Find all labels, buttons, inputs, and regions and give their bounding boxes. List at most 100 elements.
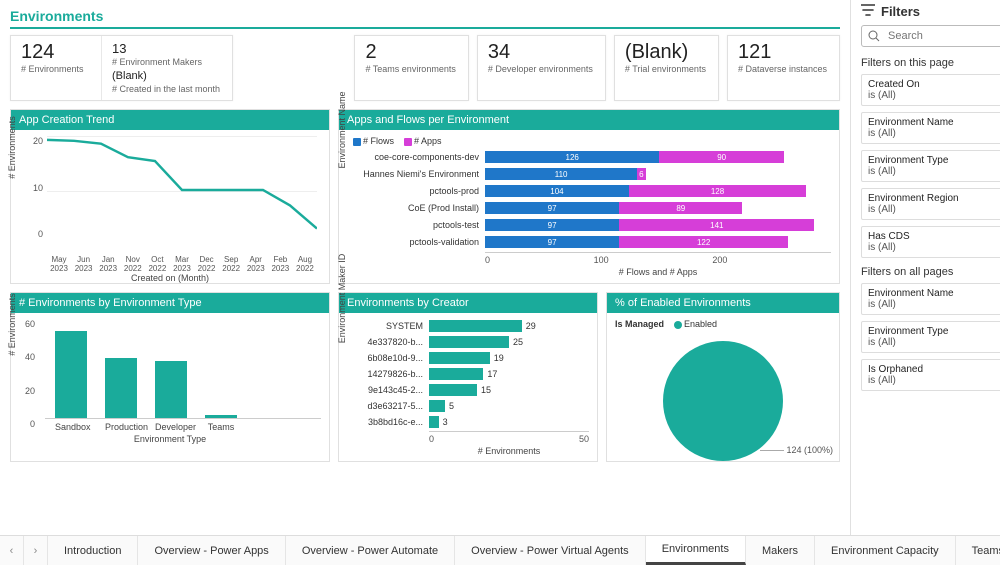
- bar-row: CoE (Prod Install)9789: [353, 201, 831, 215]
- filter-value: is (All): [868, 337, 1000, 348]
- bar-segment[interactable]: 141: [619, 219, 814, 231]
- page-tab[interactable]: Makers: [746, 536, 815, 565]
- kpi-value: 124: [21, 42, 89, 62]
- bar-row: Hannes Niemi's Environment1106: [353, 167, 831, 181]
- filter-card[interactable]: Created Onis (All)˅: [861, 74, 1000, 106]
- bar-segment[interactable]: 6: [637, 168, 645, 180]
- bar-category-label: Sandbox: [55, 422, 87, 432]
- page-tab[interactable]: Introduction: [48, 536, 138, 565]
- bar-segment[interactable]: [429, 384, 477, 396]
- bar-segment[interactable]: [429, 400, 445, 412]
- column-chart: [45, 319, 321, 419]
- bar-segment[interactable]: 126: [485, 151, 659, 163]
- filter-value: is (All): [868, 90, 1000, 101]
- filter-name: Is Orphaned: [868, 364, 1000, 375]
- column-bar[interactable]: [155, 361, 187, 418]
- legend-item: # Apps: [414, 136, 442, 146]
- page-tab[interactable]: Environment Capacity: [815, 536, 956, 565]
- page-tab[interactable]: Environments: [646, 536, 746, 565]
- page-tab[interactable]: Teams Environments: [956, 536, 1000, 565]
- column-bar[interactable]: [205, 415, 237, 418]
- kpi-label: # Dataverse instances: [738, 64, 827, 74]
- filter-card[interactable]: Environment Nameis (All)˅: [861, 283, 1000, 315]
- x-tick: Mar2023: [170, 255, 194, 273]
- y-axis-label: # Environments: [7, 293, 17, 356]
- y-axis-label: # Environments: [7, 116, 17, 179]
- kpi-card-trial[interactable]: (Blank)# Trial environments: [614, 35, 719, 101]
- bar-category-label: SYSTEM: [353, 321, 429, 331]
- filter-section-label: Filters on all pages: [861, 266, 953, 279]
- tab-next-button[interactable]: ›: [24, 536, 48, 565]
- bar-row: pctools-validation97122: [353, 235, 831, 249]
- y-axis-label: Environment Name: [337, 91, 347, 168]
- column-bar[interactable]: [55, 331, 87, 418]
- bar-segment[interactable]: 122: [619, 236, 788, 248]
- tile-apps-flows[interactable]: Apps and Flows per Environment # Flows #…: [338, 109, 840, 284]
- filter-name: Environment Region: [868, 193, 1000, 204]
- filters-pane: Filters › Filters on this page ⋯ Created…: [850, 0, 1000, 535]
- filter-card[interactable]: Is Orphanedis (All)˅: [861, 359, 1000, 391]
- bar-segment[interactable]: 97: [485, 202, 619, 214]
- filters-title: Filters: [881, 4, 920, 19]
- stacked-bar-chart: coe-core-components-dev12690 Hannes Niemi…: [353, 150, 831, 249]
- page-tab[interactable]: Overview - Power Automate: [286, 536, 455, 565]
- kpi-card-teams[interactable]: 2# Teams environments: [354, 35, 468, 101]
- filter-value: is (All): [868, 128, 1000, 139]
- bar-segment[interactable]: [429, 368, 483, 380]
- bar-segment[interactable]: [429, 336, 509, 348]
- kpi-card-dataverse[interactable]: 121# Dataverse instances: [727, 35, 840, 101]
- bar-value-label: 17: [487, 369, 497, 379]
- page-tab[interactable]: Overview - Power Apps: [138, 536, 285, 565]
- filter-card[interactable]: Environment Typeis (All)˅: [861, 321, 1000, 353]
- bar-value-label: 29: [526, 321, 536, 331]
- bar-segment[interactable]: 128: [629, 185, 806, 197]
- bar-category-label: CoE (Prod Install): [353, 203, 485, 213]
- bar-segment[interactable]: [429, 352, 490, 364]
- tile-enabled-environments[interactable]: % of Enabled Environments Is Managed Ena…: [606, 292, 840, 462]
- bar-row: d3e63217-5...5: [353, 399, 589, 412]
- filter-card[interactable]: Environment Nameis (All)˅: [861, 112, 1000, 144]
- bar-row: 14279826-b...17: [353, 367, 589, 380]
- kpi-makers-created: 13 # Environment Makers (Blank) # Create…: [101, 36, 232, 100]
- filters-search[interactable]: [861, 25, 1000, 47]
- kpi-value: 2: [365, 42, 455, 62]
- kpi-value: (Blank): [625, 42, 706, 62]
- filter-card[interactable]: Has CDSis (All)˅: [861, 226, 1000, 258]
- tile-title: % of Enabled Environments: [607, 293, 839, 313]
- bar-segment[interactable]: [429, 416, 439, 428]
- bar-category-label: coe-core-components-dev: [353, 152, 485, 162]
- tile-env-by-creator[interactable]: Environments by Creator Environment Make…: [338, 292, 598, 462]
- bar-row: 4e337820-b...25: [353, 335, 589, 348]
- search-icon: [868, 30, 880, 42]
- filter-name: Environment Type: [868, 326, 1000, 337]
- x-tick: May2023: [47, 255, 71, 273]
- bar-segment[interactable]: [429, 320, 522, 332]
- kpi-environments: 124 # Environments: [11, 36, 101, 100]
- tile-title: Environments by Creator: [339, 293, 597, 313]
- x-tick: Dec2022: [195, 255, 219, 273]
- column-bar[interactable]: [105, 358, 137, 418]
- x-axis-label: # Flows and # Apps: [485, 267, 831, 277]
- bar-segment[interactable]: 97: [485, 219, 619, 231]
- donut-data-label: 124 (100%): [786, 445, 833, 455]
- bar-row: 3b8bd16c-e...3: [353, 415, 589, 428]
- tab-prev-button[interactable]: ‹: [0, 536, 24, 565]
- page-tab[interactable]: Overview - Power Virtual Agents: [455, 536, 646, 565]
- filter-name: Environment Name: [868, 288, 1000, 299]
- kpi-card-dev[interactable]: 34# Developer environments: [477, 35, 606, 101]
- tile-app-creation-trend[interactable]: App Creation Trend # Environments 20100 …: [10, 109, 330, 284]
- bar-segment[interactable]: 90: [659, 151, 784, 163]
- filter-card[interactable]: Environment Typeis (All)˅: [861, 150, 1000, 182]
- bar-segment[interactable]: 110: [485, 168, 637, 180]
- tile-env-by-type[interactable]: # Environments by Environment Type # Env…: [10, 292, 330, 462]
- search-input[interactable]: [886, 29, 1000, 43]
- kpi-card-group-left[interactable]: 124 # Environments 13 # Environment Make…: [10, 35, 233, 101]
- bar-segment[interactable]: 104: [485, 185, 629, 197]
- bar-value-label: 3: [443, 417, 448, 427]
- filter-value: is (All): [868, 299, 1000, 310]
- bar-segment[interactable]: 89: [619, 202, 742, 214]
- x-tick: Apr2023: [244, 255, 268, 273]
- bar-row: 6b08e10d-9...19: [353, 351, 589, 364]
- filter-card[interactable]: Environment Regionis (All)˅: [861, 188, 1000, 220]
- bar-segment[interactable]: 97: [485, 236, 619, 248]
